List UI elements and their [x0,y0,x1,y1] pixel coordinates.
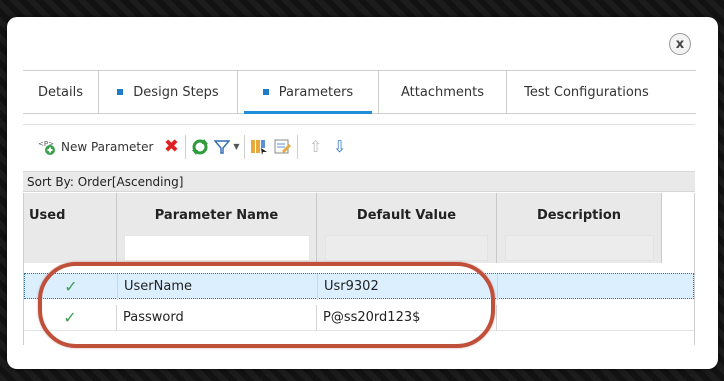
move-up-icon: ⇧ [308,137,323,156]
modified-indicator-icon [117,89,124,95]
toolbar-divider [243,134,245,159]
columns-icon [249,137,269,157]
modified-indicator-icon [262,89,269,95]
column-header-used[interactable]: Used [24,193,117,263]
tab-test-configurations[interactable]: Test Configurations [507,71,666,113]
filter-icon [212,137,232,157]
delete-icon: ✖ [163,136,179,157]
move-up-button[interactable]: ⇧ [306,135,326,159]
column-header-label: Description [536,208,622,223]
new-parameter-label: New Parameter [61,139,154,154]
highlight-annotation [38,262,495,348]
column-header-label: Used [29,208,66,223]
new-parameter-button[interactable]: <P> New Parameter [37,135,153,159]
close-button[interactable]: x [669,33,691,55]
toolbar-divider [185,134,187,159]
tab-design-steps[interactable]: Design Steps [99,71,238,113]
tab-parameters[interactable]: Parameters [238,71,379,114]
sort-indicator: Sort By: Order[Ascending] [23,171,695,192]
refresh-icon [190,137,210,157]
tab-label: Design Steps [133,84,219,100]
filter-button[interactable]: ▼ [212,135,240,159]
column-header-label: Parameter Name [154,208,279,223]
column-header-label: Default Value [356,208,457,223]
toolbar-divider [296,134,298,159]
new-parameter-icon: <P> [37,137,57,157]
tab-label: Parameters [278,84,354,100]
tab-attachments[interactable]: Attachments [379,71,507,113]
refresh-button[interactable] [190,135,210,159]
tab-label: Attachments [401,84,484,100]
chevron-down-icon: ▼ [233,142,240,151]
description-cell[interactable] [497,305,662,331]
description-cell[interactable] [498,274,663,300]
tab-label: Test Configurations [524,84,649,100]
edit-icon [273,137,293,157]
move-down-button[interactable]: ⇩ [330,135,350,159]
toolbar: <P> New Parameter ✖ ▼ ⇧ ⇩ [23,124,695,168]
edit-button[interactable] [273,135,293,159]
description-filter-input[interactable] [505,235,654,261]
parameter-name-filter-input[interactable] [124,235,310,261]
default-value-filter-input[interactable] [325,235,488,261]
tab-bar: Details Design Steps Parameters Attachme… [23,70,696,114]
tab-details[interactable]: Details [23,71,99,113]
close-icon: x [675,37,685,52]
tab-label: Details [37,84,84,100]
delete-button[interactable]: ✖ [161,135,181,159]
move-down-icon: ⇩ [332,137,347,156]
select-columns-button[interactable] [249,135,269,159]
